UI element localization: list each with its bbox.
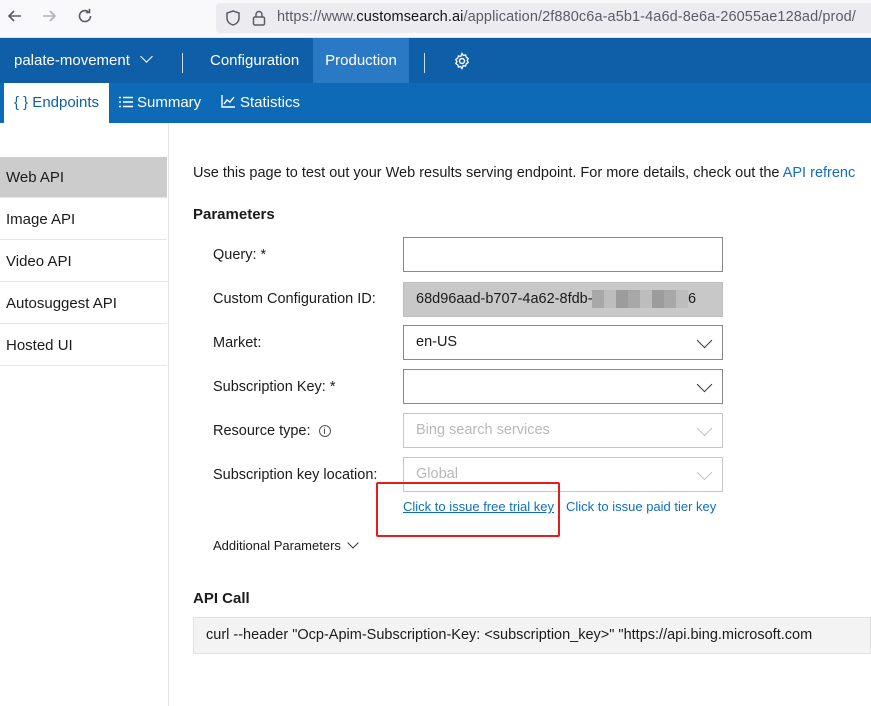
query-input[interactable]	[403, 237, 723, 272]
market-label: Market:	[213, 335, 262, 351]
sidebar-item-hosted-ui[interactable]: Hosted UI	[0, 325, 167, 366]
tab-statistics-label: Statistics	[240, 94, 301, 111]
list-icon	[119, 96, 133, 108]
app-switcher[interactable]: palate-movement	[14, 50, 153, 69]
tab-summary[interactable]: Summary	[119, 83, 201, 123]
paid-tier-key-link[interactable]: Click to issue paid tier key	[566, 499, 716, 514]
address-bar[interactable]: https://www.customsearch.ai/application/…	[216, 3, 871, 33]
additional-parameters-label: Additional Parameters	[213, 538, 341, 553]
tab-statistics[interactable]: Statistics	[221, 83, 300, 123]
info-icon[interactable]: i	[318, 425, 331, 437]
sidebar-item-web-api[interactable]: Web API	[0, 157, 167, 198]
tab-endpoints[interactable]: { } Endpoints	[4, 83, 109, 123]
sub-nav-bar: { } Endpoints Summary Statistics	[0, 83, 871, 123]
config-id-field[interactable]: 68d96aad-b707-4a62-8fdb-0 6	[403, 282, 723, 317]
config-id-value: 68d96aad-b707-4a62-8fdb-0	[416, 291, 601, 307]
chevron-down-icon	[696, 420, 713, 437]
browser-toolbar: https://www.customsearch.ai/application/…	[0, 0, 871, 38]
url-text: https://www.customsearch.ai/application/…	[277, 9, 856, 25]
red-highlight-box	[376, 482, 560, 537]
redacted-blur	[592, 290, 688, 308]
api-call-box[interactable]: curl --header "Ocp-Apim-Subscription-Key…	[193, 617, 871, 654]
intro-text: Use this page to test out your Web resul…	[193, 165, 856, 181]
api-call-title: API Call	[193, 590, 250, 607]
market-value: en-US	[416, 334, 458, 350]
subscription-key-select[interactable]	[403, 369, 723, 404]
additional-parameters-toggle[interactable]: Additional Parameters	[213, 537, 359, 553]
nav-production[interactable]: Production	[313, 38, 409, 83]
sidebar-item-image-api[interactable]: Image API	[0, 199, 167, 240]
content-divider	[168, 123, 169, 706]
chevron-down-icon	[696, 464, 713, 481]
nav-configuration[interactable]: Configuration	[210, 38, 299, 83]
nav-divider	[424, 53, 425, 73]
back-arrow-icon[interactable]	[4, 7, 26, 29]
market-select[interactable]: en-US	[403, 325, 723, 360]
app-name: palate-movement	[14, 52, 130, 69]
sidebar-item-autosuggest-api[interactable]: Autosuggest API	[0, 283, 167, 324]
config-id-label: Custom Configuration ID:	[213, 291, 376, 307]
sidebar-item-video-api[interactable]: Video API	[0, 241, 167, 282]
reload-icon[interactable]	[74, 7, 96, 29]
chevron-down-icon	[696, 376, 713, 393]
shield-icon[interactable]	[224, 9, 242, 27]
parameters-title: Parameters	[193, 206, 275, 223]
chevron-down-icon	[140, 50, 153, 63]
tab-summary-label: Summary	[137, 94, 202, 111]
config-id-suffix: 6	[688, 291, 697, 307]
resource-type-value: Bing search services	[416, 422, 550, 438]
forward-arrow-icon[interactable]	[38, 7, 60, 29]
resource-type-select[interactable]: Bing search services	[403, 413, 723, 448]
resource-type-label: Resource type: i	[213, 423, 331, 439]
api-reference-link[interactable]: API refrenc	[783, 165, 856, 181]
key-location-label: Subscription key location:	[213, 467, 378, 483]
chart-icon	[221, 95, 235, 108]
chevron-down-icon	[696, 332, 713, 349]
key-location-value: Global	[416, 466, 458, 482]
chevron-down-icon	[347, 537, 359, 549]
gear-icon[interactable]	[453, 52, 471, 70]
top-nav-bar: palate-movement Configuration Production	[0, 38, 871, 83]
lock-icon[interactable]	[250, 9, 268, 27]
nav-divider	[182, 53, 183, 73]
query-label: Query: *	[213, 247, 267, 263]
subscription-key-label: Subscription Key: *	[213, 379, 336, 395]
